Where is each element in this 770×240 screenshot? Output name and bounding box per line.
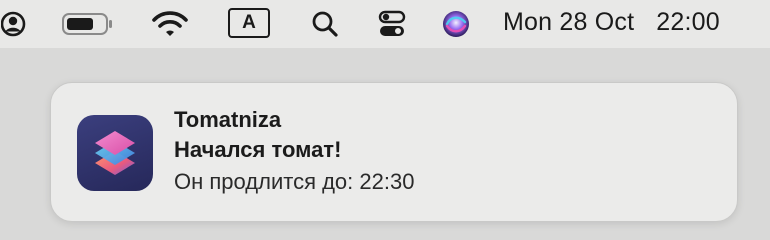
wifi-icon[interactable]	[150, 0, 190, 48]
notification-content: Tomatniza Начался томат! Он продлится до…	[174, 105, 414, 198]
clock-time: 22:00	[656, 7, 720, 36]
control-center-icon[interactable]	[376, 0, 408, 48]
notification-banner[interactable]: Tomatniza Начался томат! Он продлится до…	[50, 82, 738, 222]
siri-icon[interactable]	[440, 0, 472, 48]
menubar-clock[interactable]: Mon 28 Oct 22:00	[503, 0, 720, 44]
clock-date: Mon 28 Oct	[503, 7, 635, 36]
shortcuts-app-icon	[77, 115, 153, 191]
battery-icon[interactable]	[60, 0, 116, 48]
menu-bar: A Mon 28 Oct 22:00	[0, 0, 770, 48]
search-icon[interactable]	[308, 0, 342, 48]
user-circle-icon[interactable]	[0, 0, 30, 48]
notification-app-name: Tomatniza	[174, 107, 282, 132]
input-source-icon[interactable]: A	[228, 8, 270, 38]
notification-body: Он продлится до: 22:30	[174, 169, 415, 194]
input-source-label: A	[242, 12, 256, 33]
notification-title: Начался томат!	[174, 137, 342, 162]
